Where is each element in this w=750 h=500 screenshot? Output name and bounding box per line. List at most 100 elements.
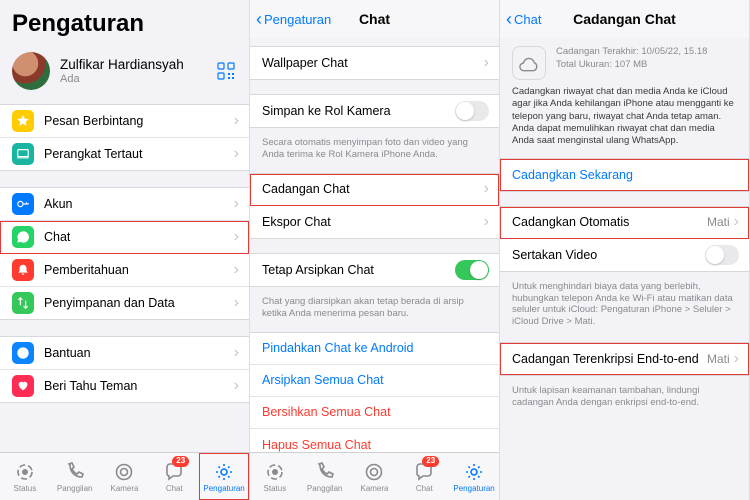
row-label: Cadangan Chat <box>262 182 484 196</box>
settings-row-beri-tahu-teman[interactable]: Beri Tahu Teman› <box>0 370 249 402</box>
row-value: Mati <box>707 352 730 366</box>
tab-label: Chat <box>166 484 183 493</box>
archive-all-row[interactable]: Arsipkan Semua Chat <box>250 365 499 397</box>
tab-calls[interactable]: Panggilan <box>50 453 100 500</box>
status-icon <box>14 461 36 483</box>
tab-status[interactable]: Status <box>0 453 50 500</box>
row-label: Beri Tahu Teman <box>44 379 234 393</box>
camera-icon <box>363 461 385 483</box>
row-label: Perangkat Tertaut <box>44 147 234 161</box>
qr-icon[interactable] <box>215 60 237 82</box>
calls-icon <box>314 461 336 483</box>
calls-icon <box>64 461 86 483</box>
chevron-right-icon: › <box>484 213 489 231</box>
row-label: Bantuan <box>44 346 234 360</box>
tab-chat[interactable]: Chat23 <box>399 453 449 500</box>
badge: 23 <box>422 456 439 467</box>
row-label: Simpan ke Rol Kamera <box>262 104 455 118</box>
laptop-icon <box>12 143 34 165</box>
settings-row-chat[interactable]: Chat› <box>0 221 249 254</box>
tab-calls[interactable]: Panggilan <box>300 453 350 500</box>
page-title: Pengaturan <box>0 0 249 46</box>
chevron-right-icon: › <box>234 344 239 362</box>
camera-icon <box>113 461 135 483</box>
tab-label: Kamera <box>110 484 138 493</box>
row-label: Arsipkan Semua Chat <box>262 373 489 387</box>
tab-bar: Status Panggilan Kamera Chat 23 Pengaturan <box>0 452 249 500</box>
tab-settings[interactable]: Pengaturan <box>449 453 499 500</box>
bell-icon <box>12 259 34 281</box>
settings-row-bantuan[interactable]: Bantuan› <box>0 337 249 370</box>
row-label: Akun <box>44 197 234 211</box>
row-label: Cadangan Terenkripsi End-to-end <box>512 352 707 366</box>
backup-meta: Cadangan Terakhir: 10/05/22, 15.18 Total… <box>556 46 707 80</box>
tab-settings[interactable]: Pengaturan <box>199 453 249 500</box>
export-chat-row[interactable]: Ekspor Chat › <box>250 206 499 238</box>
caption: Untuk menghindari biaya data yang berleb… <box>500 278 749 329</box>
group-help: Bantuan›Beri Tahu Teman› <box>0 336 249 403</box>
clear-all-row[interactable]: Bersihkan Semua Chat <box>250 397 499 429</box>
heart-icon <box>12 375 34 397</box>
chevron-right-icon: › <box>484 54 489 72</box>
toggle-off[interactable] <box>705 245 739 265</box>
settings-row-pesan-berbintang[interactable]: Pesan Berbintang› <box>0 105 249 138</box>
tab-status[interactable]: Status <box>250 453 300 500</box>
settings-row-perangkat-tertaut[interactable]: Perangkat Tertaut› <box>0 138 249 170</box>
settings-row-akun[interactable]: Akun› <box>0 188 249 221</box>
move-android-row[interactable]: Pindahkan Chat ke Android <box>250 333 499 365</box>
settings-icon <box>463 461 485 483</box>
profile-name: Zulfikar Hardiansyah <box>60 57 205 72</box>
backup-now-row[interactable]: Cadangkan Sekarang <box>500 159 749 191</box>
tab-label: Status <box>14 484 37 493</box>
tab-label: Panggilan <box>307 484 343 493</box>
back-button[interactable]: ‹Pengaturan <box>256 10 331 28</box>
chevron-right-icon: › <box>484 180 489 198</box>
profile-row[interactable]: Zulfikar Hardiansyah Ada <box>0 46 249 104</box>
toggle-off[interactable] <box>455 101 489 121</box>
row-label: Bersihkan Semua Chat <box>262 405 489 419</box>
tab-label: Panggilan <box>57 484 93 493</box>
row-label: Ekspor Chat <box>262 215 484 229</box>
group-account: Akun›Chat›Pemberitahuan›Penyimpanan dan … <box>0 187 249 320</box>
chat-backup-row[interactable]: Cadangan Chat › <box>250 174 499 206</box>
back-button[interactable]: ‹Chat <box>506 10 541 28</box>
row-label: Chat <box>44 230 234 244</box>
profile-status: Ada <box>60 73 205 85</box>
settings-row-penyimpanan-dan-data[interactable]: Penyimpanan dan Data› <box>0 287 249 319</box>
cloud-icon <box>512 46 546 80</box>
keep-archived-row[interactable]: Tetap Arsipkan Chat <box>250 254 499 286</box>
back-label: Pengaturan <box>264 12 331 27</box>
tab-chat[interactable]: Chat 23 <box>149 453 199 500</box>
chevron-right-icon: › <box>234 261 239 279</box>
backup-description: Cadangkan riwayat chat dan media Anda ke… <box>500 84 749 158</box>
toggle-on[interactable] <box>455 260 489 280</box>
badge: 23 <box>172 456 189 467</box>
tab-label: Pengaturan <box>203 484 244 493</box>
key-icon <box>12 193 34 215</box>
row-label: Cadangkan Otomatis <box>512 215 707 229</box>
include-video-row[interactable]: Sertakan Video <box>500 239 749 271</box>
settings-row-pemberitahuan[interactable]: Pemberitahuan› <box>0 254 249 287</box>
tab-camera[interactable]: Kamera <box>350 453 400 500</box>
row-label: Cadangkan Sekarang <box>512 168 739 182</box>
avatar <box>12 52 50 90</box>
chevron-right-icon: › <box>234 228 239 246</box>
wallpaper-row[interactable]: Wallpaper Chat › <box>250 47 499 79</box>
auto-backup-row[interactable]: Cadangkan Otomatis Mati › <box>500 207 749 239</box>
chevron-right-icon: › <box>234 195 239 213</box>
row-value: Mati <box>707 215 730 229</box>
status-icon <box>264 461 286 483</box>
settings-icon <box>213 461 235 483</box>
back-label: Chat <box>514 12 541 27</box>
group-starred: Pesan Berbintang›Perangkat Tertaut› <box>0 104 249 171</box>
save-camera-roll-row[interactable]: Simpan ke Rol Kamera <box>250 95 499 127</box>
caption: Secara otomatis menyimpan foto dan video… <box>250 134 499 161</box>
tab-camera[interactable]: Kamera <box>100 453 150 500</box>
chevron-left-icon: ‹ <box>506 10 512 28</box>
delete-all-row[interactable]: Hapus Semua Chat <box>250 429 499 453</box>
chevron-left-icon: ‹ <box>256 10 262 28</box>
chat-settings-screen: ‹Pengaturan Chat Wallpaper Chat › Simpan… <box>250 0 500 500</box>
row-label: Penyimpanan dan Data <box>44 296 234 310</box>
e2e-backup-row[interactable]: Cadangan Terenkripsi End-to-end Mati › <box>500 343 749 375</box>
row-label: Hapus Semua Chat <box>262 438 489 452</box>
